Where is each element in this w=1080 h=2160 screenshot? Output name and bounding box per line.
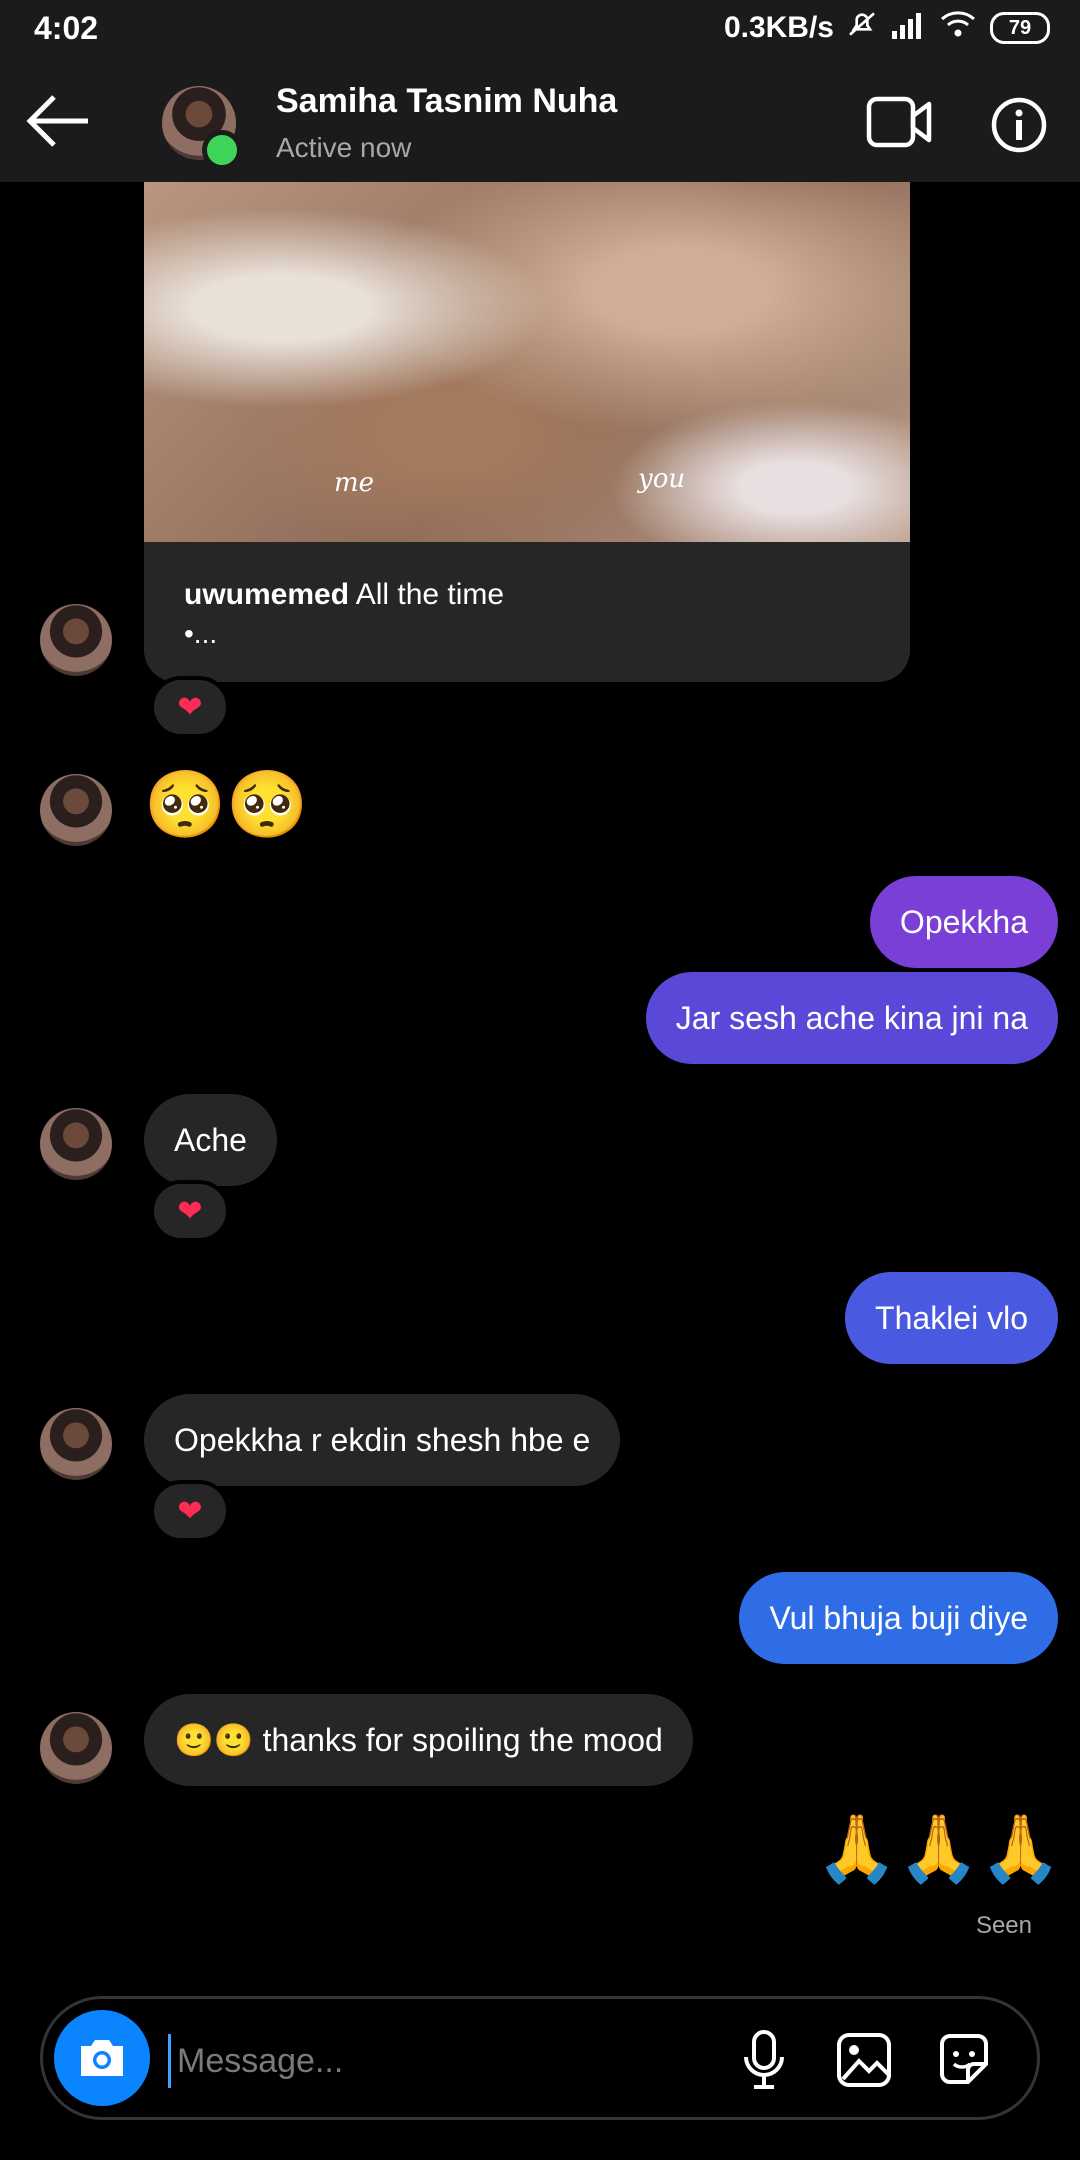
message-outgoing[interactable]: Jar sesh ache kina jni na [645,972,1058,1064]
post-caption-text: All the time [355,578,505,611]
message-outgoing[interactable]: Opekkha [869,876,1058,968]
camera-icon [81,2040,123,2076]
sender-avatar[interactable] [40,1408,112,1480]
message-incoming[interactable]: Ache [144,1094,277,1186]
video-call-button[interactable] [866,94,932,150]
online-status-dot [202,130,242,170]
contact-name[interactable]: Samiha Tasnim Nuha [276,82,617,121]
contact-status: Active now [276,132,412,163]
mute-bell-icon [846,8,878,48]
camera-button[interactable] [54,2010,150,2106]
image-caption-you: you [638,464,686,494]
sticker-button[interactable] [932,2028,996,2092]
sender-avatar[interactable] [40,1712,112,1784]
info-icon [991,97,1047,153]
gallery-button[interactable] [832,2028,896,2092]
info-button[interactable] [990,96,1048,154]
post-caption: uwumemed All the time [184,578,504,612]
message-incoming[interactable]: Opekkha r ekdin shesh hbe e [144,1394,621,1486]
heart-reaction[interactable]: ❤ [150,1180,230,1242]
message-emoji-outgoing[interactable]: 🙏🙏🙏 [815,1810,1062,1888]
back-arrow-icon [26,95,88,147]
gallery-icon [837,2033,891,2087]
microphone-button[interactable] [732,2028,796,2092]
wifi-icon [938,9,978,47]
sender-avatar[interactable] [40,1108,112,1180]
heart-reaction[interactable]: ❤ [150,676,230,738]
message-incoming[interactable]: 🙂🙂 thanks for spoiling the mood [144,1694,693,1786]
message-emoji[interactable]: 🥺🥺 [144,766,308,844]
message-outgoing[interactable]: Vul bhuja buji diye [739,1572,1058,1664]
sender-avatar[interactable] [40,774,112,846]
message-input[interactable] [168,2034,699,2088]
network-speed: 0.3KB/s [723,11,834,44]
post-image[interactable]: me you [144,182,910,542]
sticker-icon [940,2034,988,2084]
status-indicators: 0.3KB/s 79 [724,8,1050,48]
microphone-icon [744,2030,784,2089]
message-outgoing[interactable]: Thaklei vlo [845,1272,1058,1364]
battery-indicator: 79 [990,12,1050,44]
status-time: 4:02 [34,10,99,46]
heart-reaction[interactable]: ❤ [150,1480,230,1542]
image-caption-me: me [334,468,375,498]
sender-avatar[interactable] [40,604,112,676]
signal-icon [890,9,926,47]
seen-indicator: Seen [975,1912,1032,1939]
post-username: uwumemed [184,578,350,611]
shared-post[interactable]: me you uwumemed All the time •... [144,182,910,682]
post-caption-more: •... [184,618,218,649]
video-camera-icon [866,96,932,148]
back-button[interactable] [22,88,94,154]
